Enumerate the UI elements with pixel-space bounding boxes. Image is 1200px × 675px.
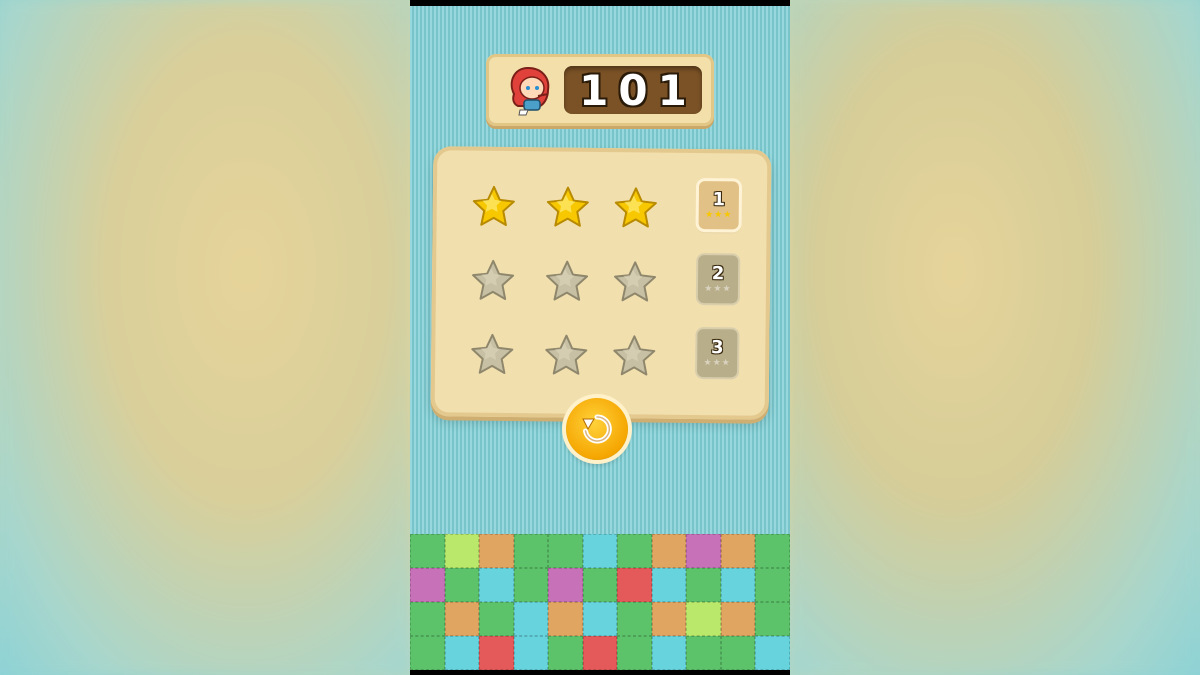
replay-button[interactable] <box>566 398 628 460</box>
patch-tile <box>479 602 514 636</box>
patch-tile <box>513 636 549 670</box>
patch-tile <box>686 534 721 568</box>
level-badge-1[interactable]: 1 ★★★ <box>698 181 740 230</box>
score-display: 101 <box>564 65 702 115</box>
patch-tile <box>513 534 549 568</box>
patch-tile <box>651 568 687 602</box>
patch-tile <box>479 534 514 568</box>
star-icon-earned <box>546 186 589 227</box>
patch-tile <box>410 534 445 568</box>
patch-tile <box>444 534 480 568</box>
patch-tile <box>444 602 480 636</box>
star-icon-earned <box>472 185 515 227</box>
star-icon-empty <box>471 333 514 374</box>
patch-tile <box>686 636 721 670</box>
patch-tile <box>479 636 514 670</box>
star-icon-empty <box>614 261 657 302</box>
level-badge-3[interactable]: 3 ★★★ <box>697 329 738 378</box>
patch-tile <box>410 568 445 602</box>
patch-tile <box>513 568 549 602</box>
patch-tile <box>686 568 721 602</box>
patch-tile <box>617 534 652 568</box>
level-stars-panel: 1 ★★★ 2 ★★★ 3 ★★★ <box>430 146 772 420</box>
level-mini-stars: ★★★ <box>705 210 733 221</box>
patch-tile <box>479 568 514 602</box>
patch-tile <box>651 534 687 568</box>
star-icon-earned <box>614 187 657 228</box>
patch-tile <box>755 568 790 602</box>
patch-tile <box>410 602 445 636</box>
level-number: 3 <box>710 337 724 359</box>
game-viewport: 101 1 ★★★ 2 ★★★ 3 ★★★ <box>410 0 790 675</box>
patch-tile <box>755 636 790 670</box>
patch-tile <box>755 602 790 636</box>
patch-tile <box>548 636 583 670</box>
patch-tile <box>548 602 583 636</box>
game-screen: 101 1 ★★★ 2 ★★★ 3 ★★★ <box>410 6 790 670</box>
red-haired-girl-avatar <box>510 66 550 116</box>
star-icon-empty <box>472 259 515 300</box>
patch-tile <box>548 534 583 568</box>
level-mini-stars: ★★★ <box>704 284 732 295</box>
patch-tile <box>582 568 618 602</box>
blurred-background-right <box>790 0 1200 675</box>
replay-icon <box>582 414 612 444</box>
patch-tile <box>755 534 790 568</box>
patch-tile <box>651 602 687 636</box>
level-number: 1 <box>712 189 726 211</box>
score-board: 101 <box>486 54 714 126</box>
level-badge-2[interactable]: 2 ★★★ <box>697 255 739 304</box>
score-value: 101 <box>579 65 697 115</box>
level-number: 2 <box>711 263 725 285</box>
blurred-background-left <box>0 0 410 675</box>
patch-tile <box>582 534 618 568</box>
patch-tile <box>651 636 687 670</box>
patch-tile <box>410 636 445 670</box>
star-icon-empty <box>545 334 588 375</box>
patch-tile <box>444 568 480 602</box>
patch-tile <box>582 602 618 636</box>
patch-tile <box>617 602 652 636</box>
patch-tile <box>617 636 652 670</box>
patch-tile <box>513 602 549 636</box>
patch-tile <box>720 602 756 636</box>
patch-tile <box>444 636 480 670</box>
star-icon-empty <box>613 335 656 376</box>
patch-tile <box>686 602 721 636</box>
patchwork-tile-strip <box>410 534 790 670</box>
patch-tile <box>720 636 756 670</box>
patch-tile <box>720 534 756 568</box>
patch-tile <box>617 568 652 602</box>
star-icon-empty <box>546 260 589 301</box>
patch-tile <box>548 568 583 602</box>
patch-tile <box>720 568 756 602</box>
level-mini-stars: ★★★ <box>703 358 731 369</box>
patch-tile <box>582 636 618 670</box>
